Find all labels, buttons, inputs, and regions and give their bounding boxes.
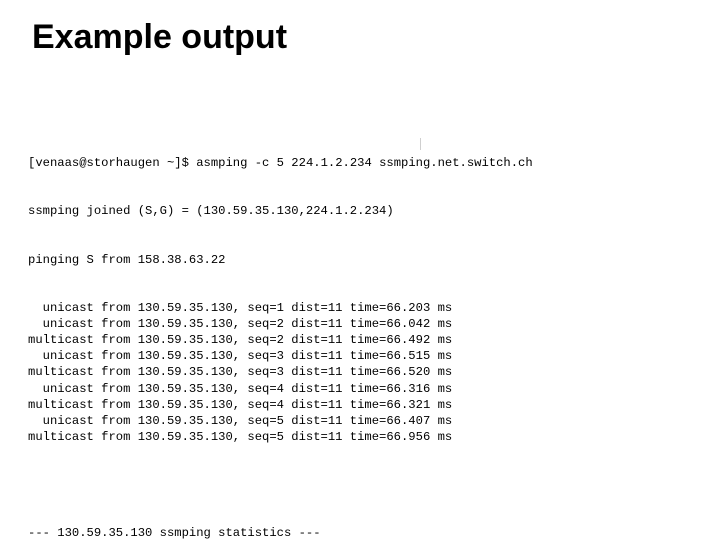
slide-title: Example output [32, 18, 692, 57]
ping-row: multicast from 130.59.35.130, seq=2 dist… [28, 332, 692, 348]
terminal-output: [venaas@storhaugen ~]$ asmping -c 5 224.… [28, 123, 692, 477]
statistics-block: --- 130.59.35.130 ssmping statistics ---… [28, 493, 692, 540]
ping-row: unicast from 130.59.35.130, seq=1 dist=1… [28, 300, 692, 316]
pinging-line: pinging S from 158.38.63.22 [28, 252, 692, 268]
joined-line: ssmping joined (S,G) = (130.59.35.130,22… [28, 203, 692, 219]
command-line: [venaas@storhaugen ~]$ asmping -c 5 224.… [28, 155, 692, 171]
ping-row: unicast from 130.59.35.130, seq=4 dist=1… [28, 381, 692, 397]
stats-header: --- 130.59.35.130 ssmping statistics --- [28, 525, 692, 540]
command-text: asmping -c 5 224.1.2.234 ssmping.net.swi… [196, 156, 532, 170]
ping-row: multicast from 130.59.35.130, seq=5 dist… [28, 429, 692, 445]
ping-row: unicast from 130.59.35.130, seq=2 dist=1… [28, 316, 692, 332]
ping-row: unicast from 130.59.35.130, seq=5 dist=1… [28, 413, 692, 429]
shell-prompt: [venaas@storhaugen ~]$ [28, 156, 189, 170]
slide: Example output [venaas@storhaugen ~]$ as… [0, 0, 720, 540]
ping-row: multicast from 130.59.35.130, seq=4 dist… [28, 397, 692, 413]
ping-row: unicast from 130.59.35.130, seq=3 dist=1… [28, 348, 692, 364]
decorative-tick [420, 138, 421, 150]
ping-row: multicast from 130.59.35.130, seq=3 dist… [28, 364, 692, 380]
